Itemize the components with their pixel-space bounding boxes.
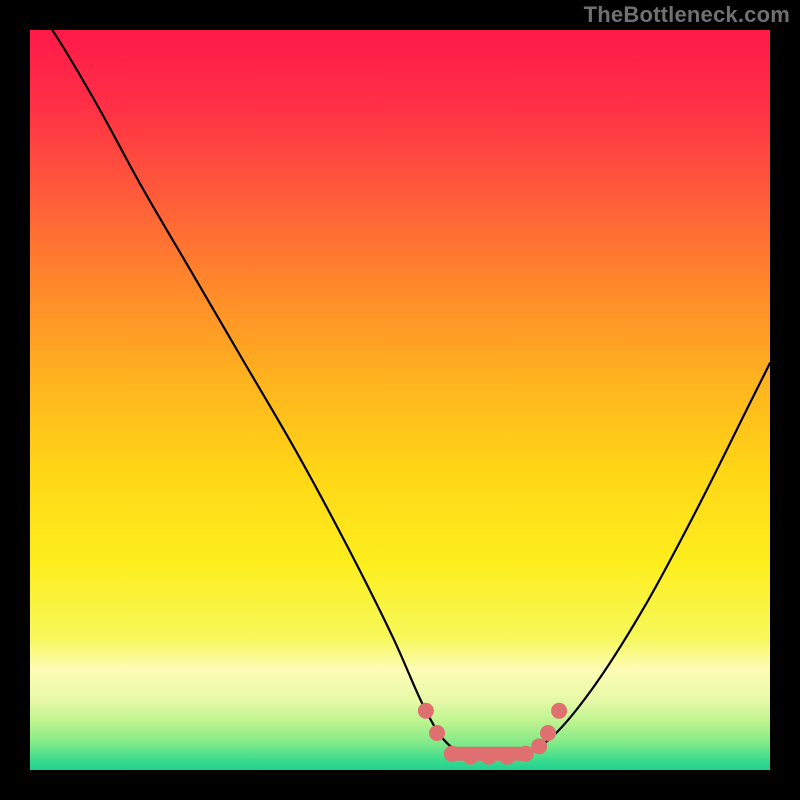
plot-background bbox=[30, 30, 770, 770]
chart-stage: TheBottleneck.com bbox=[0, 0, 800, 800]
bottleneck-chart bbox=[0, 0, 800, 800]
watermark-text: TheBottleneck.com bbox=[584, 2, 790, 28]
